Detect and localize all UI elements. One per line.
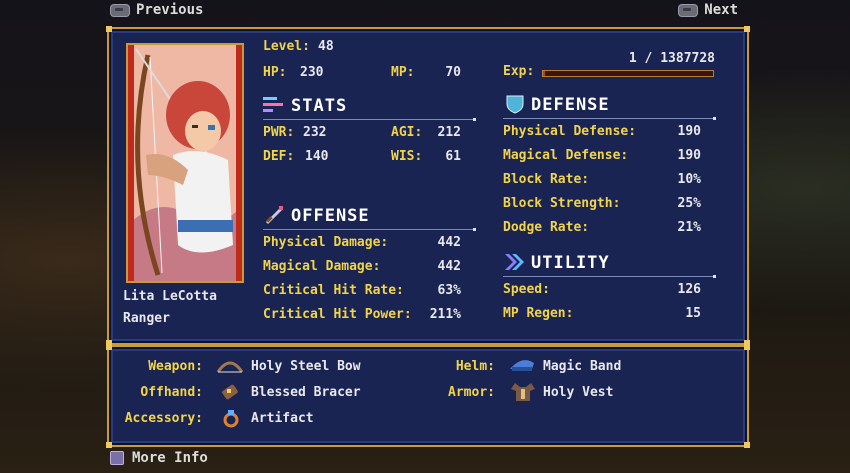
wis-value: 61: [445, 149, 461, 164]
offhand-name[interactable]: Blessed Bracer: [251, 385, 361, 400]
previous-label: Previous: [136, 2, 204, 18]
accessory-label: Accessory:: [124, 411, 203, 426]
l-shoulder-button-icon: [110, 3, 130, 17]
offense-label: Critical Hit Power:: [263, 307, 412, 322]
accessory-name[interactable]: Artifact: [251, 411, 314, 426]
stats-icon: [263, 97, 283, 112]
hp-value: 230: [300, 65, 324, 80]
character-class: Ranger: [123, 311, 170, 326]
offhand-label: Offhand:: [140, 385, 203, 400]
pwr-label: PWR:: [263, 125, 295, 140]
stats-header: STATS: [291, 96, 348, 116]
agi-label: AGI:: [391, 125, 423, 140]
helm-name[interactable]: Magic Band: [543, 359, 621, 374]
pwr-value: 232: [303, 125, 327, 140]
utility-label: MP Regen:: [503, 306, 574, 321]
offense-label: Magical Damage:: [263, 259, 381, 274]
armor-name[interactable]: Holy Vest: [543, 385, 613, 400]
defense-value: 25%: [677, 196, 701, 211]
more-info-label: More Info: [132, 450, 208, 466]
helm-icon: [510, 360, 534, 371]
bow-icon: [216, 361, 244, 373]
square-button-icon: [110, 451, 124, 465]
utility-header: UTILITY: [531, 253, 610, 273]
ring-icon: [223, 410, 239, 428]
r-shoulder-button-icon: [678, 3, 699, 17]
character-portrait: [126, 43, 244, 283]
defense-label: Magical Defense:: [503, 148, 629, 163]
helm-label: Helm:: [455, 359, 495, 374]
defense-label: Block Rate:: [503, 172, 590, 187]
defense-value: 21%: [677, 220, 701, 235]
utility-label: Speed:: [503, 282, 550, 297]
previous-button[interactable]: Previous: [110, 2, 203, 18]
agi-value: 212: [437, 125, 461, 140]
defense-label: Physical Defense:: [503, 124, 637, 139]
character-name: Lita LeCotta: [123, 289, 217, 304]
offense-value: 63%: [437, 283, 461, 298]
next-label: Next: [704, 2, 738, 18]
weapon-label: Weapon:: [148, 359, 203, 374]
defense-value: 10%: [677, 172, 701, 187]
hp-label: HP:: [263, 65, 287, 80]
defense-label: Block Strength:: [503, 196, 621, 211]
utility-value: 126: [677, 282, 701, 297]
offense-value: 442: [437, 235, 461, 250]
level-value: 48: [318, 39, 334, 54]
def-label: DEF:: [263, 149, 295, 164]
exp-label: Exp:: [503, 64, 535, 79]
exp-bar: [542, 70, 714, 77]
wis-label: WIS:: [391, 149, 423, 164]
defense-value: 190: [677, 148, 701, 163]
utility-value: 15: [685, 306, 701, 321]
sword-icon: [265, 206, 284, 225]
mp-value: 70: [445, 65, 461, 80]
defense-header: DEFENSE: [531, 95, 610, 115]
shield-icon: [506, 95, 524, 114]
defense-value: 190: [677, 124, 701, 139]
offense-label: Critical Hit Rate:: [263, 283, 404, 298]
vest-icon: [511, 383, 535, 401]
more-info-button[interactable]: More Info: [110, 450, 208, 466]
offense-value: 442: [437, 259, 461, 274]
def-value: 140: [305, 149, 329, 164]
level-label: Level:: [263, 39, 310, 54]
exp-value: 1 / 1387728: [628, 51, 715, 66]
defense-label: Dodge Rate:: [503, 220, 590, 235]
offense-value: 211%: [429, 307, 461, 322]
bracer-icon: [222, 384, 238, 400]
armor-label: Armor:: [448, 385, 495, 400]
next-button[interactable]: Next: [678, 2, 738, 18]
offense-header: OFFENSE: [291, 206, 370, 226]
offense-label: Physical Damage:: [263, 235, 389, 250]
chevron-right-icon: [505, 254, 524, 270]
mp-label: MP:: [391, 65, 415, 80]
weapon-name[interactable]: Holy Steel Bow: [251, 359, 361, 374]
